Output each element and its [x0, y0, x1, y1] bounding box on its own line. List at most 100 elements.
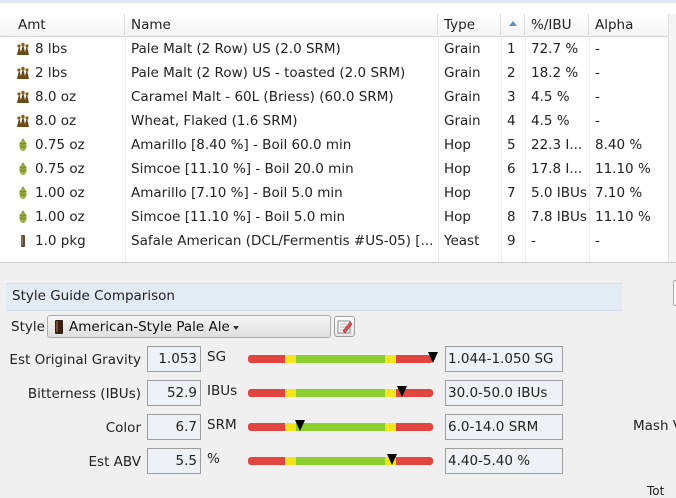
cell-type: Hop	[444, 137, 471, 153]
metric-meter	[248, 352, 438, 363]
total-label-partial: Tot	[647, 484, 665, 498]
cell-alpha: -	[595, 41, 600, 57]
table-row[interactable]: 1.00 oz Amarillo [7.10 %] - Boil 5.0 min H…	[0, 181, 676, 205]
metric-label: Color	[105, 420, 141, 436]
cell-name: Pale Malt (2 Row) US (2.0 SRM)	[131, 41, 341, 57]
cell-percent-ibu: 72.7 %	[531, 41, 579, 57]
metric-range: 4.40-5.40 %	[445, 448, 563, 474]
cell-name: Simcoe [11.10 %] - Boil 20.0 min	[131, 161, 354, 177]
metric-range: 6.0-14.0 SRM	[445, 414, 563, 440]
metric-value: 1.053	[147, 346, 201, 372]
cell-amount: 1.00 oz	[35, 185, 85, 201]
cell-order: 3	[507, 89, 516, 105]
cell-percent-ibu: 7.8 IBUs	[531, 209, 587, 225]
cell-alpha: -	[595, 65, 600, 81]
cell-order: 9	[507, 233, 516, 249]
cell-percent-ibu: 22.3 I...	[531, 137, 583, 153]
column-header-amt[interactable]: Amt	[12, 14, 125, 36]
cell-percent-ibu: 18.2 %	[531, 65, 579, 81]
style-select[interactable]: American-Style Pale Ale	[47, 315, 331, 338]
cell-amount: 8.0 oz	[35, 89, 77, 105]
cell-percent-ibu: 4.5 %	[531, 89, 570, 105]
table-row[interactable]: 1.00 oz Simcoe [11.10 %] - Boil 5.0 min Ho…	[0, 205, 676, 229]
cell-type: Grain	[444, 89, 481, 105]
style-guide-header: Style Guide Comparison	[6, 283, 622, 311]
cell-order: 4	[507, 113, 516, 129]
cell-percent-ibu: 17.8 I...	[531, 161, 583, 177]
style-label: Style	[11, 319, 45, 335]
column-header-type[interactable]: Type	[438, 14, 501, 36]
cell-alpha: 11.10 %	[595, 209, 651, 225]
ingredients-table: Amt Name Type %/IBU Alpha 8 lbs Pale Malt…	[0, 0, 676, 263]
sort-ascending-icon	[509, 21, 517, 26]
column-header-order[interactable]	[501, 14, 525, 36]
cell-type: Hop	[444, 185, 471, 201]
cell-alpha: 7.10 %	[595, 185, 643, 201]
cell-type: Grain	[444, 65, 481, 81]
metric-label: Bitterness (IBUs)	[27, 386, 141, 402]
table-top-border	[0, 0, 676, 3]
cell-order: 1	[507, 41, 516, 57]
metric-unit: SG	[207, 349, 227, 365]
column-header-name[interactable]: Name	[125, 14, 438, 36]
table-row[interactable]: 0.75 oz Simcoe [11.10 %] - Boil 20.0 min H…	[0, 157, 676, 181]
table-row[interactable]: 1.0 pkg Safale American (DCL/Fermentis #U…	[0, 229, 676, 253]
cell-alpha: 11.10 %	[595, 161, 651, 177]
cell-name: Caramel Malt - 60L (Briess) (60.0 SRM)	[131, 89, 394, 105]
table-row[interactable]: 2 lbs Pale Malt (2 Row) US - toasted (2.0…	[0, 61, 676, 85]
table-row[interactable]: 8 lbs Pale Malt (2 Row) US (2.0 SRM) Grain…	[0, 37, 676, 61]
style-select-value: American-Style Pale Ale	[69, 319, 230, 335]
metric-meter	[248, 420, 433, 431]
cell-name: Safale American (DCL/Fermentis #US-05) […	[131, 233, 434, 249]
table-scrollbar[interactable]	[668, 14, 676, 262]
table-header: Amt Name Type %/IBU Alpha	[0, 14, 676, 37]
chevron-down-icon	[233, 326, 239, 330]
cell-percent-ibu: 4.5 %	[531, 113, 570, 129]
metric-meter	[248, 454, 433, 465]
edit-pencil-icon	[337, 320, 353, 334]
cell-amount: 8 lbs	[35, 41, 68, 57]
cell-amount: 1.00 oz	[35, 209, 85, 225]
cell-percent-ibu: -	[531, 233, 536, 249]
metric-label: Est Original Gravity	[9, 352, 141, 368]
cell-alpha: -	[595, 113, 600, 129]
column-header-alpha[interactable]: Alpha	[589, 14, 669, 36]
metric-value: 5.5	[147, 448, 201, 474]
cell-amount: 0.75 oz	[35, 137, 85, 153]
metric-range: 30.0-50.0 IBUs	[445, 380, 563, 406]
cell-alpha: -	[595, 233, 600, 249]
cell-order: 2	[507, 65, 516, 81]
cell-name: Amarillo [7.10 %] - Boil 5.0 min	[131, 185, 343, 201]
metric-unit: %	[207, 451, 220, 467]
cell-amount: 8.0 oz	[35, 113, 77, 129]
metric-unit: IBUs	[207, 383, 238, 399]
cell-alpha: 8.40 %	[595, 137, 643, 153]
table-row[interactable]: 8.0 oz Caramel Malt - 60L (Briess) (60.0 …	[0, 85, 676, 109]
cell-amount: 1.0 pkg	[35, 233, 86, 249]
cell-name: Pale Malt (2 Row) US - toasted (2.0 SRM)	[131, 65, 406, 81]
edit-style-button[interactable]	[334, 316, 355, 337]
table-row[interactable]: 0.75 oz Amarillo [8.40 %] - Boil 60.0 min…	[0, 133, 676, 157]
metric-value: 52.9	[147, 380, 201, 406]
column-header-ibu[interactable]: %/IBU	[525, 14, 589, 36]
cell-name: Wheat, Flaked (1.6 SRM)	[131, 113, 298, 129]
cell-type: Grain	[444, 113, 481, 129]
cell-order: 7	[507, 185, 516, 201]
cell-type: Hop	[444, 209, 471, 225]
table-row[interactable]: 8.0 oz Wheat, Flaked (1.6 SRM) Grain 4 4.5 %…	[0, 109, 676, 133]
cell-type: Hop	[444, 161, 471, 177]
metric-value: 6.7	[147, 414, 201, 440]
cell-name: Simcoe [11.10 %] - Boil 5.0 min	[131, 209, 346, 225]
section-title: Style Guide Comparison	[12, 288, 175, 304]
cell-order: 6	[507, 161, 516, 177]
cell-type: Grain	[444, 41, 481, 57]
cell-percent-ibu: 5.0 IBUs	[531, 185, 587, 201]
metric-label: Est ABV	[88, 454, 141, 470]
cell-alpha: -	[595, 89, 600, 105]
mash-label-partial: Mash V	[633, 418, 676, 434]
metric-meter	[248, 386, 433, 397]
cell-order: 8	[507, 209, 516, 225]
cell-type: Yeast	[444, 233, 480, 249]
cell-order: 5	[507, 137, 516, 153]
cell-amount: 0.75 oz	[35, 161, 85, 177]
